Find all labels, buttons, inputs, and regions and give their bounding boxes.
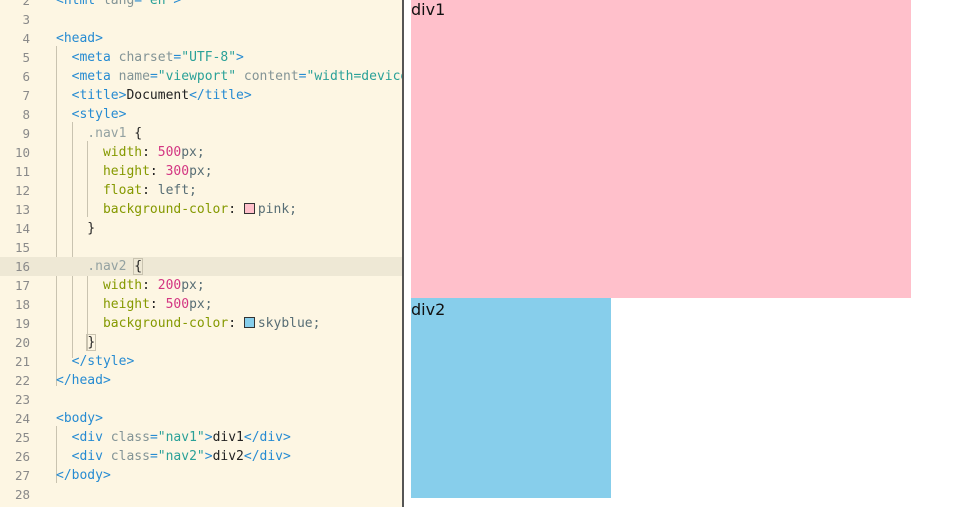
color-swatch-icon[interactable]: [243, 203, 255, 214]
line-number: 24: [14, 411, 30, 426]
line-number: 23: [14, 392, 30, 407]
color-swatch-icon[interactable]: [243, 317, 255, 328]
code-text: <meta charset="UTF-8">: [56, 50, 244, 65]
code-text: width: 200px;: [56, 278, 205, 293]
code-line[interactable]: 10 width: 500px;: [0, 143, 402, 162]
nav1-label: div1: [411, 0, 446, 19]
code-line[interactable]: 13 background-color: pink;: [0, 200, 402, 219]
browser-preview: div1 div2: [404, 0, 963, 507]
code-text: width: 500px;: [56, 145, 205, 160]
code-text: }: [86, 334, 97, 351]
line-number: 18: [14, 297, 30, 312]
line-number: 11: [14, 164, 30, 179]
code-line[interactable]: 14 }: [0, 219, 402, 238]
code-text: .nav2 {: [56, 258, 144, 275]
code-text: </style>: [56, 354, 135, 369]
code-line[interactable]: 20 }: [0, 333, 402, 352]
code-line[interactable]: 22 </head>: [0, 371, 402, 390]
code-line[interactable]: 11 height: 300px;: [0, 162, 402, 181]
code-line[interactable]: 2 <html lang="en">: [0, 0, 402, 10]
line-number: 2: [22, 0, 30, 8]
line-number: 15: [14, 240, 30, 255]
code-line[interactable]: 26 <div class="nav2">div2</div>: [0, 447, 402, 466]
code-line[interactable]: 5 <meta charset="UTF-8">: [0, 48, 402, 67]
line-number: 5: [22, 50, 30, 65]
line-number: 8: [22, 107, 30, 122]
code-text: </body>: [56, 468, 111, 483]
line-number: 27: [14, 468, 30, 483]
line-number: 6: [22, 69, 30, 84]
code-text: background-color: pink;: [56, 202, 297, 217]
nav1-box: div1: [411, 0, 911, 298]
code-editor[interactable]: 2 <html lang="en"> 3 4 <head> 5 <meta charset…: [0, 0, 402, 507]
line-number: 17: [14, 278, 30, 293]
code-line[interactable]: 25 <div class="nav1">div1</div>: [0, 428, 402, 447]
code-text: <div class="nav2">div2</div>: [56, 449, 291, 464]
code-line[interactable]: 21 </style>: [0, 352, 402, 371]
code-text: </head>: [56, 373, 111, 388]
code-line[interactable]: 4 <head>: [0, 29, 402, 48]
line-number: 13: [14, 202, 30, 217]
code-line[interactable]: 24 <body>: [0, 409, 402, 428]
code-text: background-color: skyblue;: [56, 316, 321, 331]
code-line[interactable]: 7 <title>Document</title>: [0, 86, 402, 105]
line-number: 22: [14, 373, 30, 388]
line-number: 25: [14, 430, 30, 445]
code-text: <style>: [56, 107, 127, 122]
code-line[interactable]: 9 .nav1 {: [0, 124, 402, 143]
code-text: <div class="nav1">div1</div>: [56, 430, 291, 445]
code-text: height: 300px;: [56, 164, 213, 179]
code-line[interactable]: 28: [0, 485, 402, 504]
line-number: 20: [14, 335, 30, 350]
code-line[interactable]: 8 <style>: [0, 105, 402, 124]
code-line[interactable]: 18 height: 500px;: [0, 295, 402, 314]
code-text: <meta name="viewport" content="width=dev…: [56, 69, 402, 84]
line-number: 7: [22, 88, 30, 103]
line-number: 14: [14, 221, 30, 236]
code-text: <title>Document</title>: [56, 88, 252, 103]
code-line[interactable]: 6 <meta name="viewport" content="width=d…: [0, 67, 402, 86]
line-number: 9: [22, 126, 30, 141]
nav2-box: div2: [411, 298, 611, 498]
code-text: <body>: [56, 411, 103, 426]
code-line[interactable]: 15: [0, 238, 402, 257]
code-text: float: left;: [56, 183, 197, 198]
line-number: 28: [14, 487, 30, 502]
code-line[interactable]: 3: [0, 10, 402, 29]
line-number: 10: [14, 145, 30, 160]
code-text: <html lang="en">: [56, 0, 182, 8]
code-text: height: 500px;: [56, 297, 213, 312]
code-line[interactable]: 12 float: left;: [0, 181, 402, 200]
line-number: 12: [14, 183, 30, 198]
nav2-label: div2: [411, 300, 446, 319]
code-line[interactable]: 23: [0, 390, 402, 409]
line-number: 16: [14, 259, 30, 274]
code-line[interactable]: 17 width: 200px;: [0, 276, 402, 295]
code-line[interactable]: 19 background-color: skyblue;: [0, 314, 402, 333]
code-text: }: [56, 221, 96, 236]
line-number: 26: [14, 449, 30, 464]
line-number: 3: [22, 12, 30, 27]
line-number: 4: [22, 31, 30, 46]
code-text: .nav1 {: [56, 126, 143, 141]
code-line[interactable]: 16 .nav2 {: [0, 257, 402, 276]
code-line[interactable]: 27 </body>: [0, 466, 402, 485]
line-number: 21: [14, 354, 30, 369]
code-text: <head>: [56, 31, 103, 46]
line-number: 19: [14, 316, 30, 331]
